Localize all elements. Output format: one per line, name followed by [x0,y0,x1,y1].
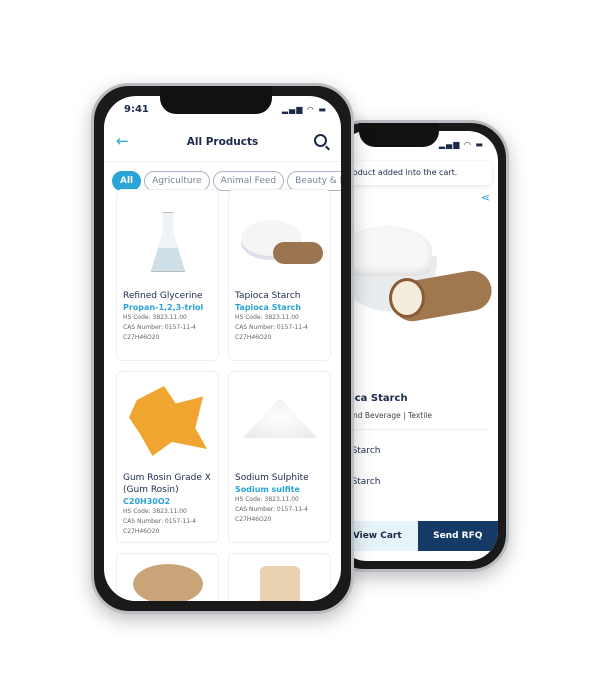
header: ← All Products [104,124,341,162]
product-card[interactable]: Gum Rosin Grade X (Gum Rosin) C20H30O2 H… [116,371,219,543]
send-rfq-button[interactable]: Send RFQ [417,521,498,551]
product-card[interactable]: Sodium Sulphite Sodium sulfite HS Code: … [228,371,331,543]
product-image [337,206,497,346]
product-image [229,190,330,290]
notch [359,123,439,147]
status-time: 9:41 [124,104,149,115]
page-title: All Products [186,136,259,148]
product-image [117,190,218,290]
status-icons: ▂▄▆ ◠ ▬ [438,140,484,149]
category-chips: AllAgricultureAnimal FeedBeauty & Person… [112,168,341,191]
chip-all[interactable]: All [112,171,142,191]
product-card[interactable] [228,553,331,601]
product-card[interactable] [116,553,219,601]
chip-agriculture[interactable]: Agriculture [144,171,210,191]
product-card[interactable]: Tapioca Starch Tapioca Starch HS Code: 3… [228,189,331,361]
product-card[interactable]: Refined Glycerine Propan-1,2,3-triol HS … [116,189,219,361]
notch [160,86,272,114]
chip-animal-feed[interactable]: Animal Feed [212,171,285,191]
chip-beauty[interactable]: Beauty & Personal Care [287,171,341,191]
cart-toast: Product added into the cart. [337,161,492,185]
product-image [117,372,218,472]
share-icon[interactable]: ⋖ [481,191,490,204]
detail-screen: ▂▄▆ ◠ ▬ Product added into the cart. ⋖ T… [337,131,498,561]
product-image [259,566,300,601]
product-image [229,372,330,472]
phone-all-products: 9:41 ▂▄▆ ◠ ▬ ← All Products All Agricultu… [91,83,354,614]
product-image [132,564,203,601]
status-icons: ▂▄▆ ◠ ▬ [281,105,327,114]
search-icon[interactable] [314,134,327,147]
products-screen: 9:41 ▂▄▆ ◠ ▬ ← All Products All Agricultu… [104,96,341,601]
divider [337,429,488,430]
